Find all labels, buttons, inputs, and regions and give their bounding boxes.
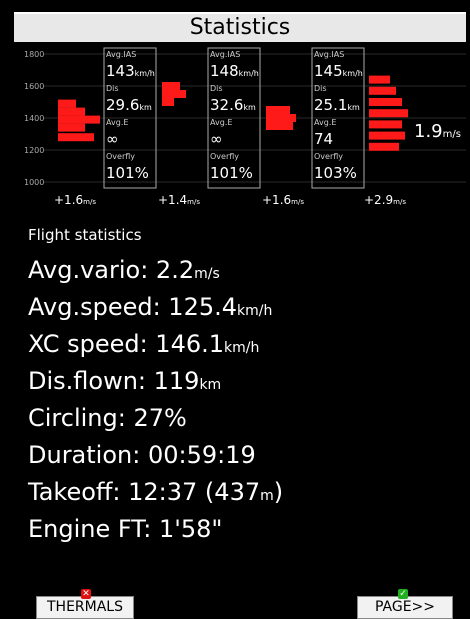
- stat-label: Takeoff: 12:37 (437: [28, 478, 261, 506]
- flight-statistics-heading: Flight statistics: [28, 226, 142, 244]
- thermal-profile-bar: [266, 122, 293, 130]
- climb-rate-label: +1.6m/s: [54, 193, 96, 207]
- stat-label: Engine FT: 1'58": [28, 515, 223, 543]
- leg-field-label: Avg.IAS: [210, 50, 240, 59]
- thermal-profile-bar: [58, 107, 85, 116]
- leg-field-value: 101%: [210, 164, 253, 182]
- thermals-button[interactable]: ✕ THERMALS: [36, 589, 134, 619]
- leg-field-unit: km/h: [239, 69, 259, 78]
- stat-label: Dis.flown: 119: [28, 367, 200, 395]
- y-tick-label: 1800: [24, 50, 44, 59]
- leg-field-label: Dis: [314, 84, 327, 93]
- leg-field-unit: km/h: [135, 69, 155, 78]
- thermal-profile-bar: [58, 115, 100, 124]
- leg-field-value: 143km/h: [106, 62, 155, 80]
- thermal-profile-bar: [369, 120, 402, 129]
- leg-field-value: 148km/h: [210, 62, 259, 80]
- stat-line: Avg.vario: 2.2m/s: [28, 256, 220, 284]
- thermal-profile-bar: [369, 109, 408, 118]
- leg-field-label: Avg.E: [210, 118, 232, 127]
- thermal-profile-bar: [58, 133, 94, 142]
- stat-line: Circling: 27%: [28, 404, 187, 432]
- leg-field-label: Avg.E: [106, 118, 128, 127]
- climb-rate-unit: m/s: [393, 198, 406, 206]
- stat-unit: m: [260, 488, 274, 504]
- thermal-profile-bar: [369, 142, 399, 151]
- thermal-profile-bar: [369, 86, 396, 95]
- leg-field-unit: km: [347, 103, 360, 112]
- current-thermal-average: 1.9m/s: [414, 121, 461, 142]
- leg-field-label: Dis: [210, 84, 223, 93]
- leg-field-label: Avg.IAS: [314, 50, 344, 59]
- climb-rate-unit: m/s: [83, 198, 96, 206]
- leg-field-label: Overfly: [314, 152, 343, 161]
- climb-rate-label: +1.6m/s: [262, 193, 304, 207]
- stat-label: Avg.speed: 125.4: [28, 293, 238, 321]
- page-title: Statistics: [14, 12, 466, 42]
- climb-rate-unit: m/s: [187, 198, 200, 206]
- leg-field-value: 32.6km: [210, 96, 256, 114]
- thermal-profile-bar: [266, 114, 296, 122]
- stat-line: Dis.flown: 119km: [28, 367, 221, 395]
- y-tick-label: 1600: [24, 82, 44, 91]
- leg-field-unit: km: [139, 103, 152, 112]
- page-next-button[interactable]: ✓ PAGE>>: [357, 589, 453, 619]
- y-tick-label: 1400: [24, 114, 44, 123]
- statistics-screen: Statistics 1800 1600 1400 1200 1000 +1.6m/s Av…: [14, 0, 466, 619]
- leg-field-value: 101%: [106, 164, 149, 182]
- leg-field-value: ∞: [210, 130, 223, 148]
- stat-label: Avg.vario: 2.2: [28, 256, 195, 284]
- page-check-icon: ✓: [398, 589, 408, 599]
- stat-unit: m/s: [194, 266, 220, 282]
- leg-field-value: 74: [314, 130, 333, 148]
- thermal-profile-bar: [369, 75, 390, 84]
- thermal-profile-bar: [266, 106, 290, 114]
- leg-field-label: Overfly: [210, 152, 239, 161]
- thermals-close-icon: ✕: [81, 589, 91, 599]
- altitude-chart: 1800 1600 1400 1200 1000 +1.6m/s Avg.IAS 143km/…: [24, 47, 466, 207]
- leg-field-label: Avg.E: [314, 118, 336, 127]
- leg-field-label: Overfly: [106, 152, 135, 161]
- leg-field-value: 25.1km: [314, 96, 360, 114]
- stat-label: XC speed: 146.1: [28, 330, 225, 358]
- thermal-profile-bar: [162, 90, 186, 98]
- climb-rate-label: +1.4m/s: [158, 193, 200, 207]
- leg-field-value: 103%: [314, 164, 357, 182]
- thermal-profile-bar: [162, 82, 180, 90]
- thermal-profile-bar: [162, 98, 174, 106]
- thermal-profile-bar: [58, 99, 76, 108]
- stat-suffix: ): [273, 478, 284, 506]
- climb-rate-label: +2.9m/s: [364, 193, 406, 207]
- stat-line: Avg.speed: 125.4km/h: [28, 293, 272, 321]
- current-thermal-average-unit: m/s: [443, 129, 461, 140]
- thermal-profile-bar: [369, 98, 402, 106]
- thermal-profile-bar: [58, 123, 85, 132]
- stat-unit: km/h: [237, 303, 273, 319]
- stat-line: XC speed: 146.1km/h: [28, 330, 259, 358]
- stat-line: Duration: 00:59:19: [28, 441, 256, 469]
- y-tick-label: 1200: [24, 146, 44, 155]
- leg-field-label: Dis: [106, 84, 119, 93]
- y-tick-label: 1000: [24, 178, 44, 187]
- stat-line: Takeoff: 12:37 (437m): [28, 478, 283, 506]
- stat-line: Engine FT: 1'58": [28, 515, 222, 543]
- climb-rate-unit: m/s: [291, 198, 304, 206]
- stat-label: Duration: 00:59:19: [28, 441, 256, 469]
- leg-field-value: 145km/h: [314, 62, 363, 80]
- leg-field-label: Avg.IAS: [106, 50, 136, 59]
- leg-field-value: ∞: [106, 130, 119, 148]
- stat-label: Circling: 27%: [28, 404, 187, 432]
- leg-field-unit: km/h: [343, 69, 363, 78]
- stat-unit: km/h: [224, 340, 260, 356]
- leg-field-value: 29.6km: [106, 96, 152, 114]
- stat-unit: km: [199, 377, 222, 393]
- leg-field-unit: km: [243, 103, 256, 112]
- thermal-profile-bar: [369, 131, 405, 140]
